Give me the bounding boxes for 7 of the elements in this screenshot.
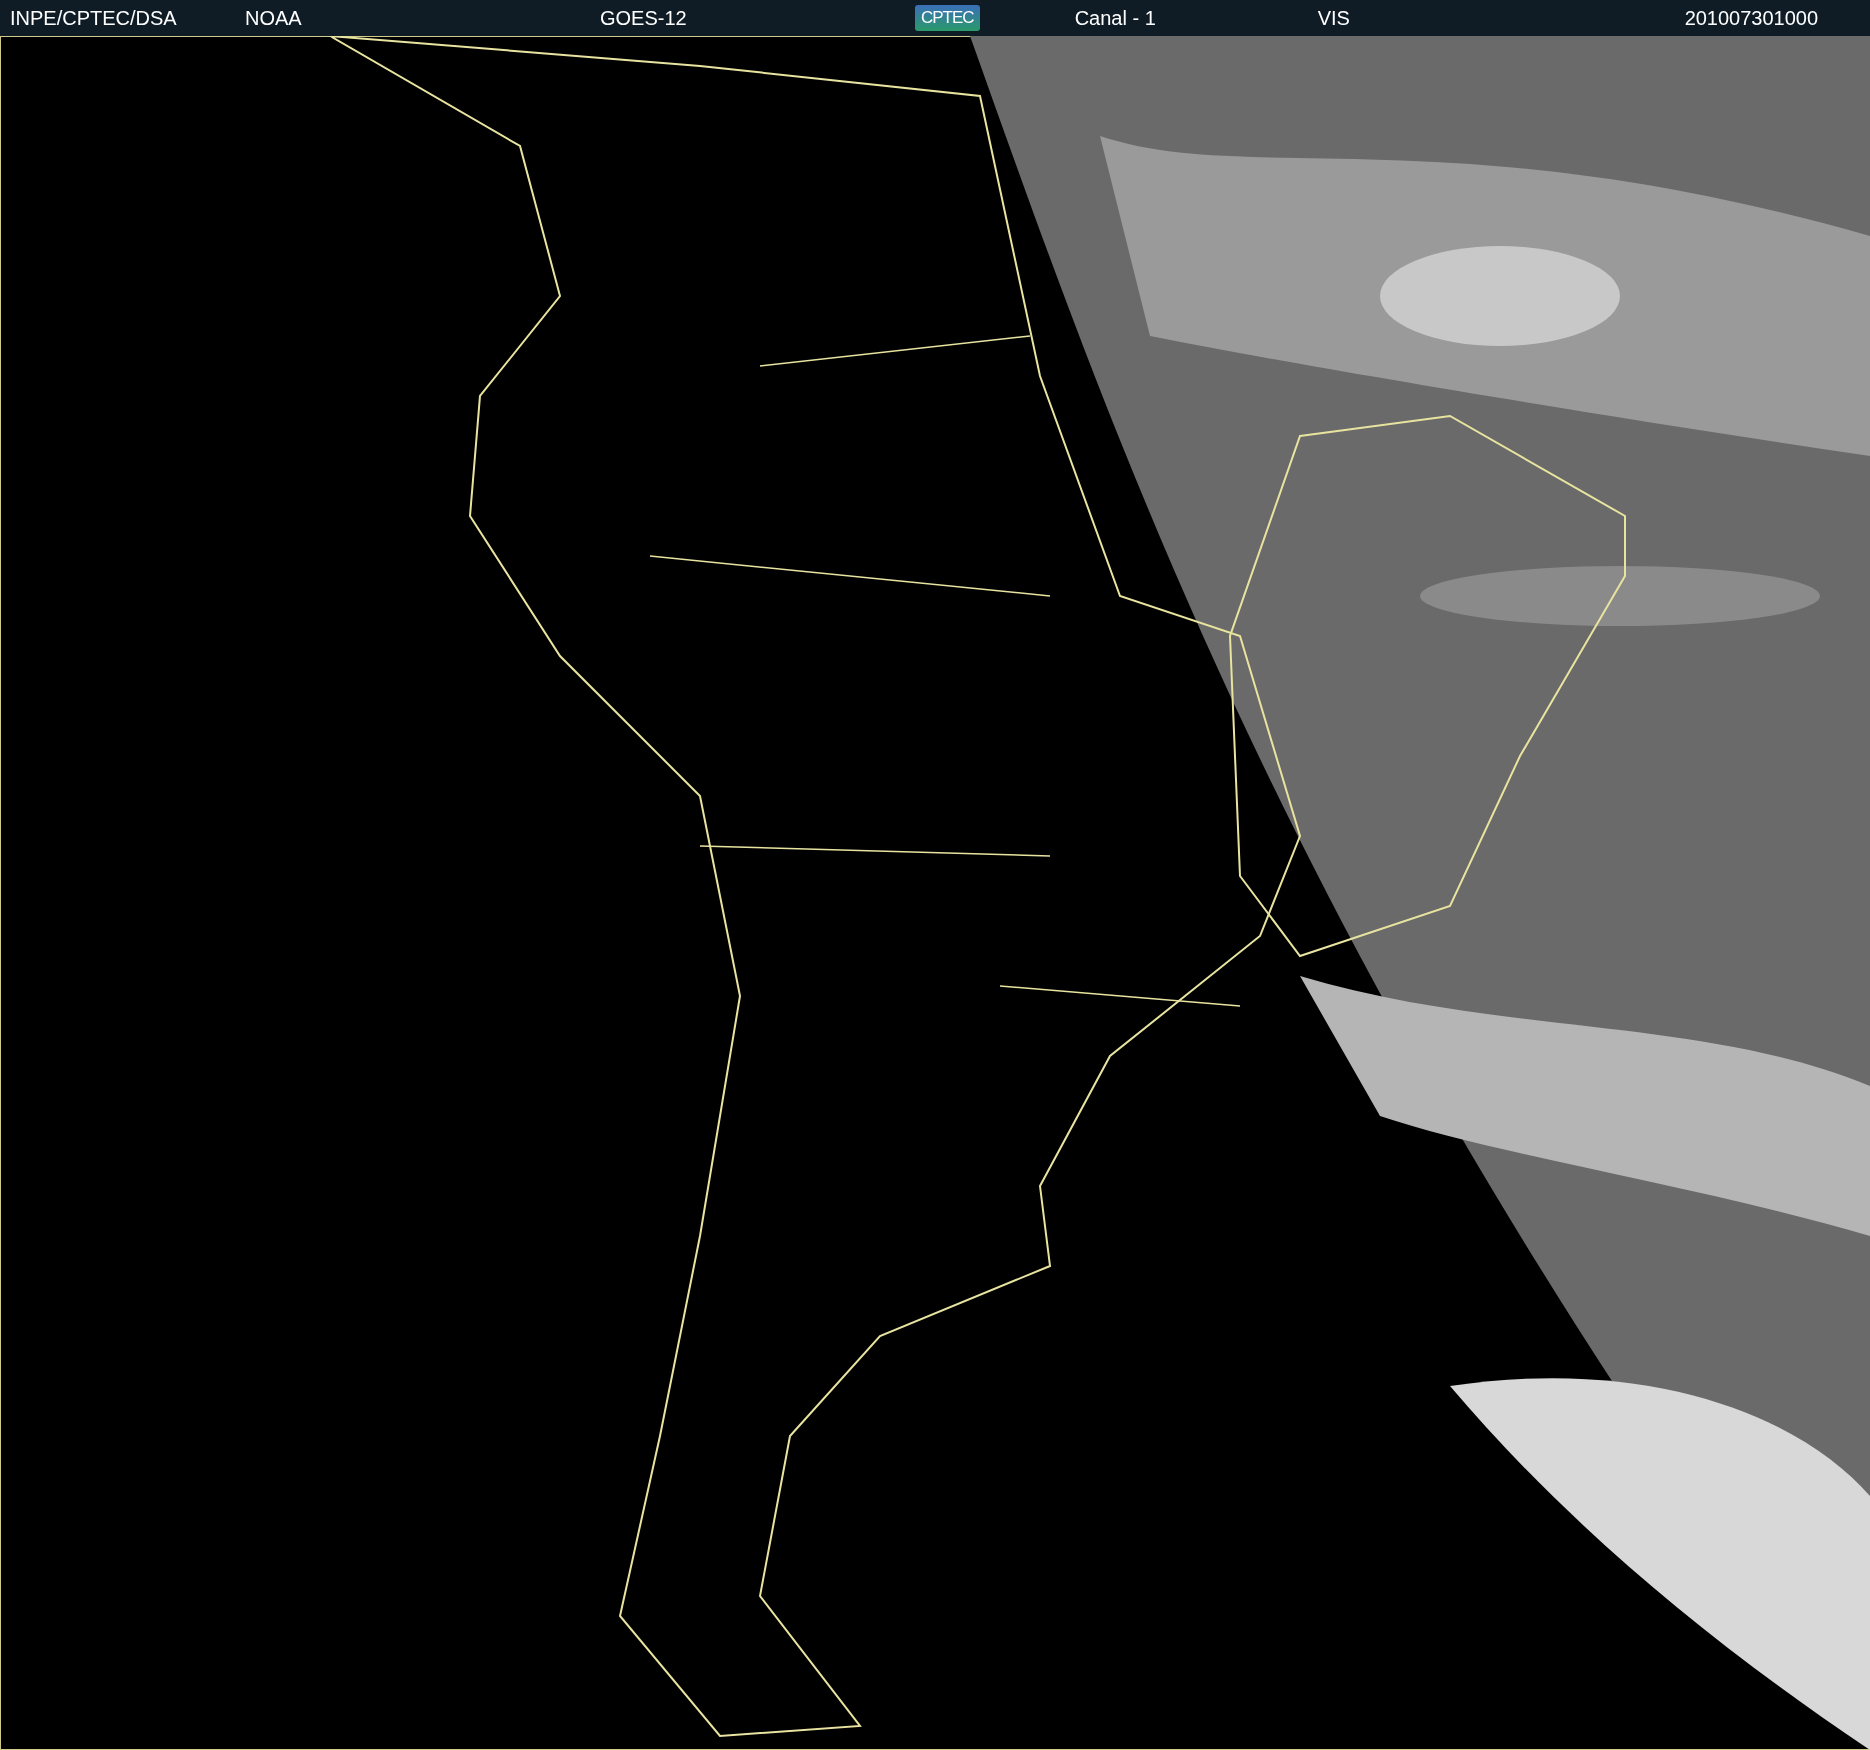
timestamp-label: 201007301000 <box>1684 6 1819 30</box>
source-label: NOAA <box>245 6 303 30</box>
agency-label: INPE/CPTEC/DSA <box>10 6 178 30</box>
channel-label: Canal - 1 <box>1074 6 1157 30</box>
logo: CPTEC <box>915 5 980 31</box>
satellite-label: GOES-12 <box>600 6 688 30</box>
band-label: VIS <box>1317 6 1351 30</box>
